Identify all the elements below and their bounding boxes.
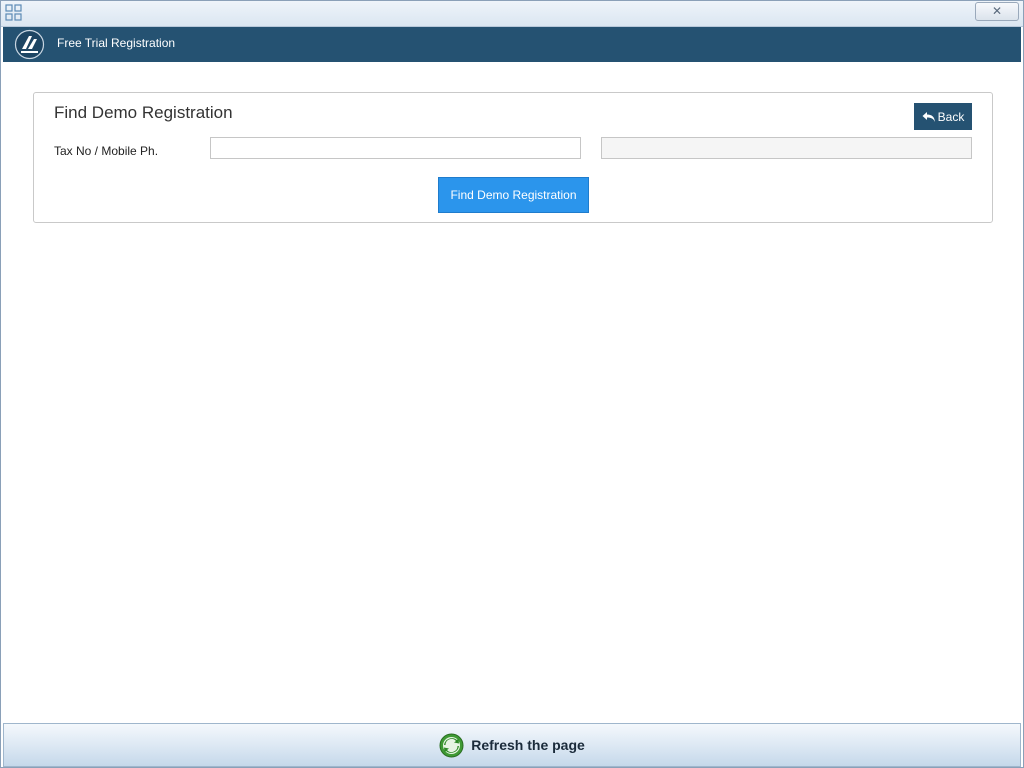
result-field [601, 137, 972, 159]
refresh-label: Refresh the page [471, 737, 585, 753]
back-button[interactable]: Back [914, 103, 972, 130]
panel-title: Find Demo Registration [54, 103, 233, 122]
company-logo-icon [14, 29, 45, 60]
tax-mobile-input[interactable] [210, 137, 581, 159]
app-window: ✕ Free Trial Registration Find Demo Regi… [0, 0, 1024, 768]
tax-mobile-label: Tax No / Mobile Ph. [54, 144, 159, 158]
app-grid-icon [5, 4, 22, 21]
back-button-label: Back [937, 109, 965, 124]
header-title: Free Trial Registration [57, 36, 176, 50]
refresh-icon [439, 733, 464, 757]
find-demo-registration-button[interactable]: Find Demo Registration [438, 177, 589, 213]
back-arrow-icon [922, 111, 935, 122]
close-button[interactable]: ✕ [975, 2, 1019, 21]
title-bar[interactable]: ✕ [1, 1, 1023, 27]
app-header: Free Trial Registration [3, 27, 1021, 62]
refresh-bar[interactable]: Refresh the page [3, 723, 1021, 767]
find-demo-panel: Find Demo Registration Back Tax No / Mob… [33, 92, 993, 223]
